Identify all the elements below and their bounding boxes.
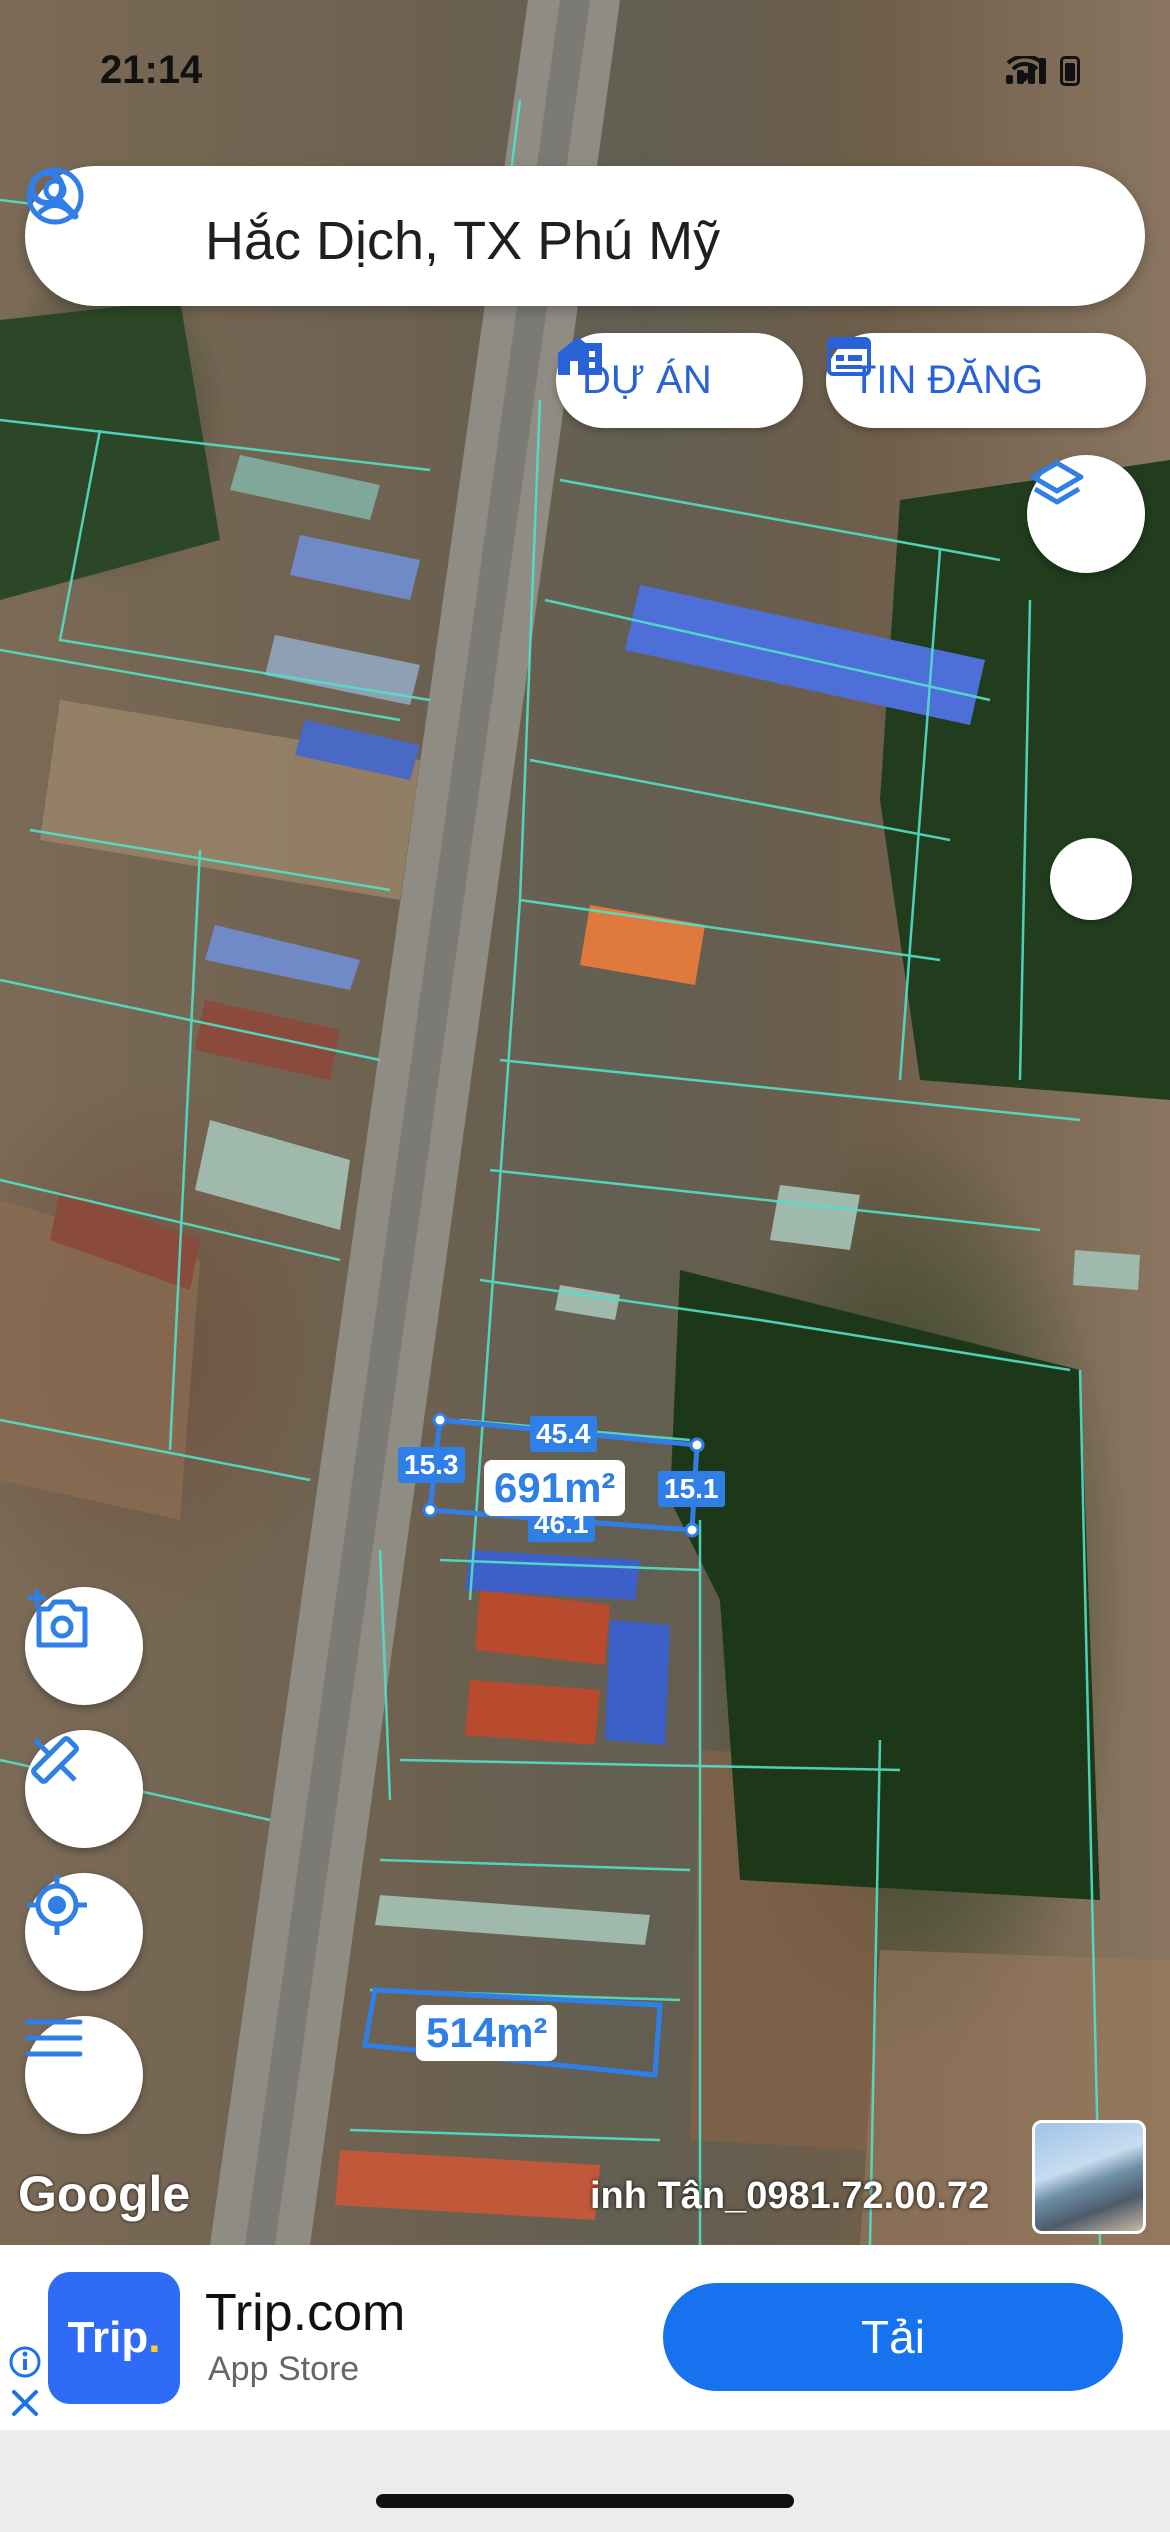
search-bar[interactable]: Hắc Dịch, TX Phú Mỹ	[25, 166, 1145, 306]
ad-install-button[interactable]: Tải	[663, 2283, 1123, 2391]
profile-thumbnail[interactable]	[1032, 2120, 1146, 2234]
building-icon	[558, 337, 602, 375]
ad-subtitle: App Store	[208, 2350, 360, 2388]
layers-button[interactable]	[1027, 455, 1145, 573]
trip-logo-text: Trip.	[68, 2313, 161, 2363]
battery-icon	[1060, 56, 1080, 86]
search-icon[interactable]	[25, 166, 81, 222]
layers-icon	[1030, 460, 1084, 505]
measure-icon	[31, 1736, 79, 1784]
menu-button[interactable]	[25, 2016, 143, 2134]
trip-app-logo[interactable]: Trip.	[48, 2272, 180, 2404]
menu-icon	[25, 2019, 83, 2057]
status-time: 21:14	[100, 48, 203, 92]
trip-logo-word: Trip	[67, 2313, 149, 2362]
status-icons	[1006, 56, 1080, 86]
satellite-map[interactable]: 21:14 Hắc Dịch, TX Phú Mỹ DỰ ÁN TIN ĐĂNG…	[0, 0, 1170, 2245]
ad-banner[interactable]: Trip. Trip.com App Store Tải	[0, 2245, 1170, 2430]
tin-dang-chip[interactable]: TIN ĐĂNG	[826, 333, 1146, 428]
parcel-1-right-length: 15.1	[658, 1471, 725, 1507]
calendar-icon	[827, 337, 871, 376]
ad-title[interactable]: Trip.com	[205, 2283, 405, 2343]
home-area	[0, 2430, 1170, 2532]
map-handle[interactable]	[1050, 838, 1132, 920]
tin-dang-label: TIN ĐĂNG	[852, 358, 1044, 402]
search-query-text[interactable]: Hắc Dịch, TX Phú Mỹ	[205, 210, 720, 272]
my-location-button[interactable]	[25, 1873, 143, 1991]
add-photo-button[interactable]	[25, 1587, 143, 1705]
info-icon[interactable]	[8, 2345, 42, 2379]
locate-icon	[27, 1875, 87, 1935]
wifi-icon	[1006, 56, 1044, 82]
parcel-2-area-label[interactable]: 514m²	[416, 2005, 558, 2061]
home-indicator[interactable]	[376, 2494, 794, 2508]
parcel-1-left-length: 15.3	[398, 1447, 465, 1483]
measure-button[interactable]	[25, 1730, 143, 1848]
watermark-text: inh Tân_0981.72.00.72	[590, 2175, 990, 2217]
camera-add-icon	[28, 1589, 88, 1648]
google-attribution: Google	[18, 2166, 191, 2222]
close-icon[interactable]	[10, 2388, 40, 2418]
parcel-1-top-length: 45.4	[530, 1416, 597, 1452]
du-an-chip[interactable]: DỰ ÁN	[556, 333, 803, 428]
trip-logo-dot: .	[148, 2313, 161, 2362]
parcel-1-area-label[interactable]: 691m²	[484, 1460, 626, 1516]
